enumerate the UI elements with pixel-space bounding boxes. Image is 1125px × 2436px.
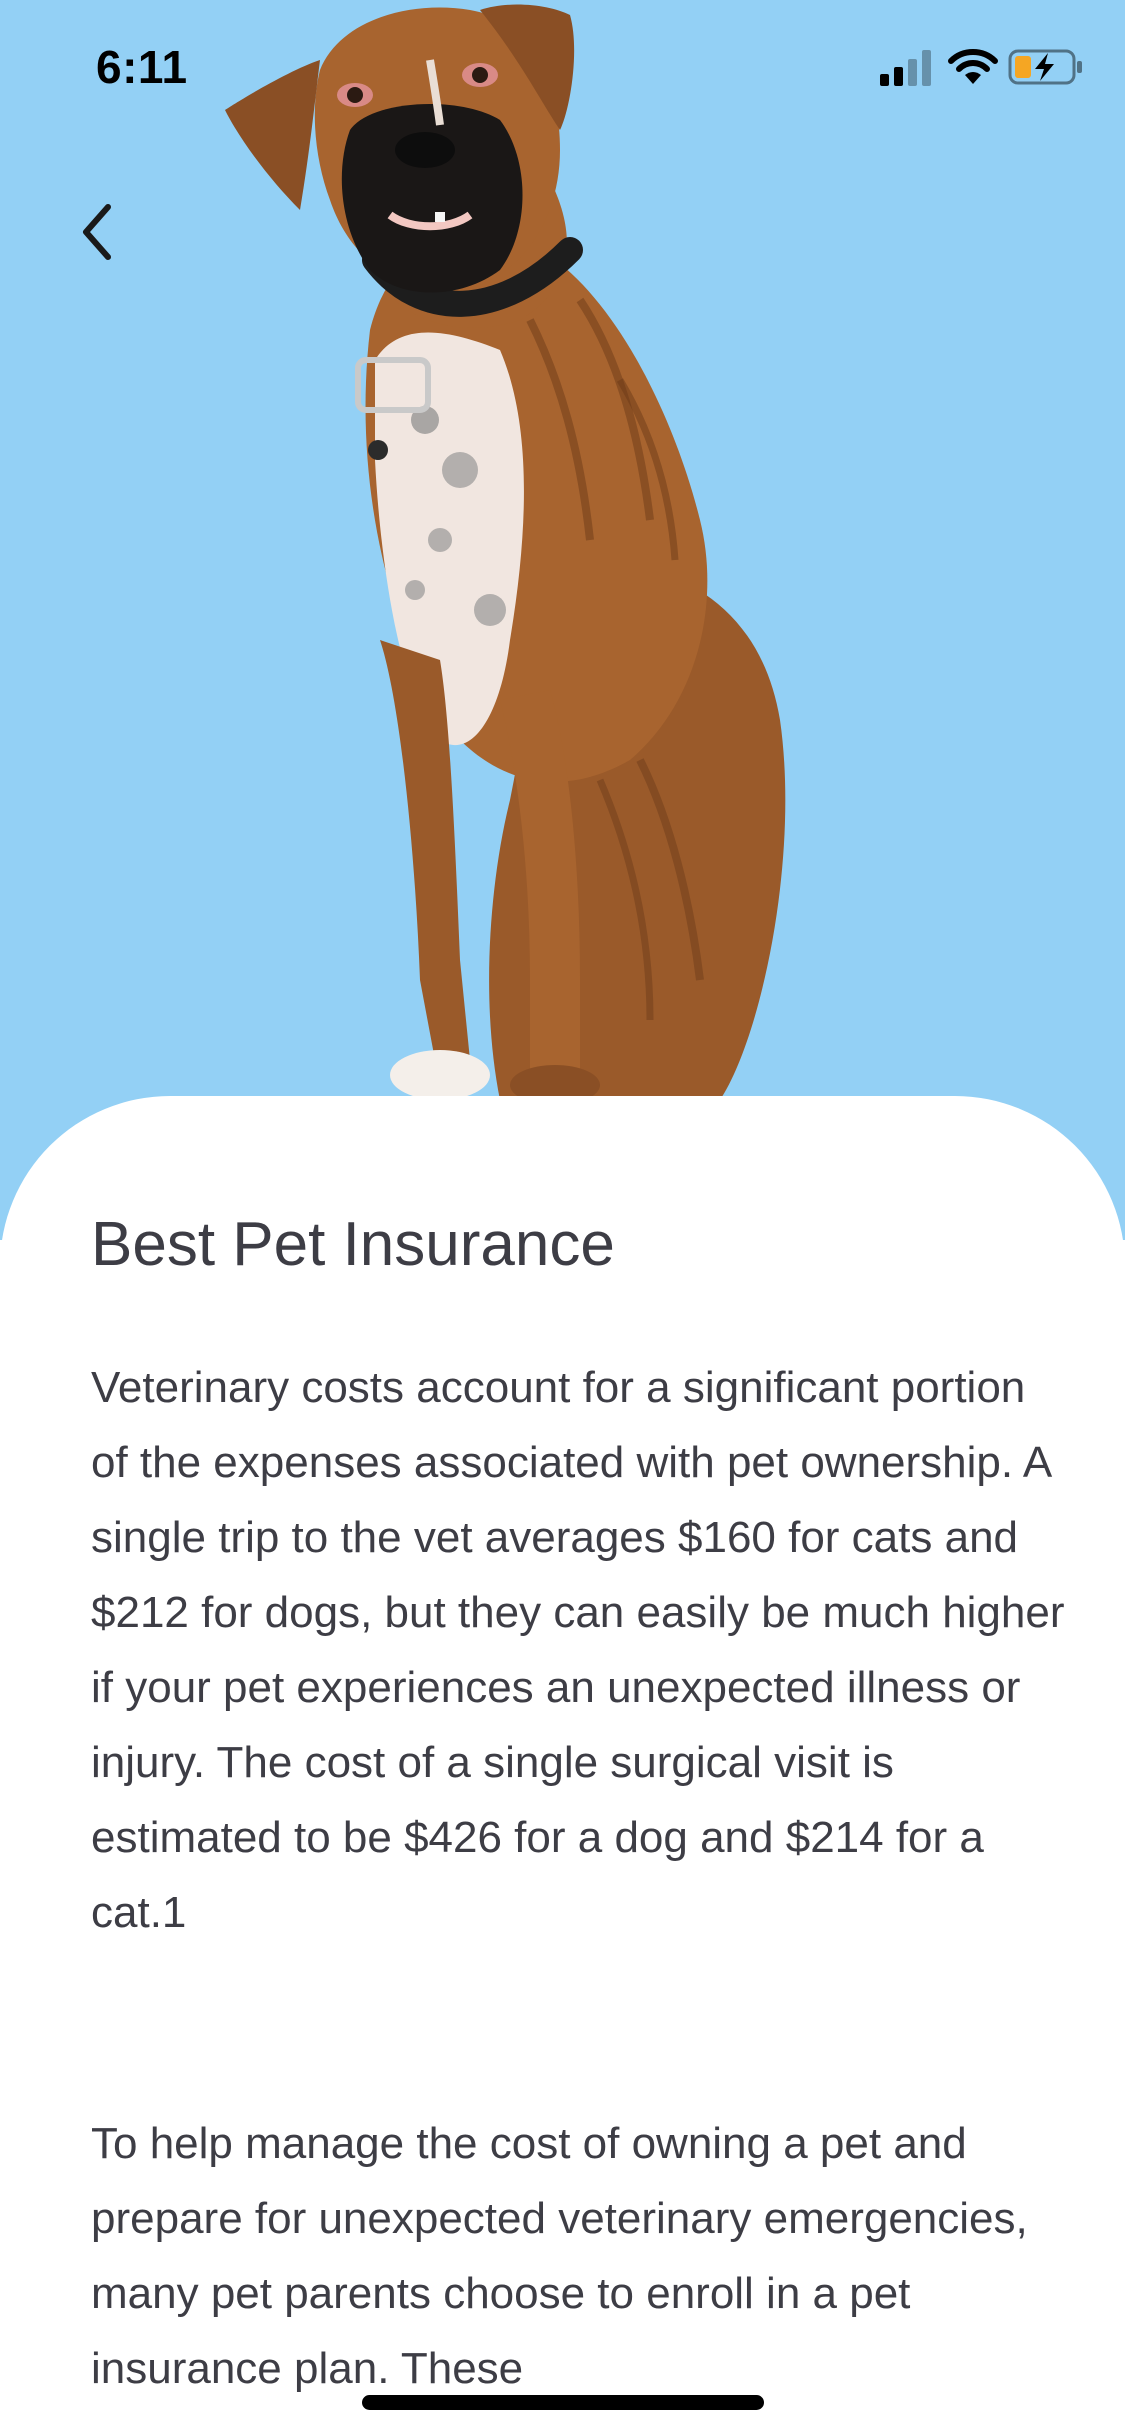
chevron-left-icon [83,204,111,260]
battery-charging-icon [1008,49,1082,85]
article-paragraph: To help manage the cost of owning a pet … [91,2119,1028,2393]
article-sheet: Best Pet Insurance Veterinary costs acco… [0,1096,1125,2436]
cellular-signal-icon [880,50,931,86]
boxer-dog-photo [225,4,786,1100]
status-time: 6:11 [96,41,188,93]
status-bar: 6:11 [0,0,1125,140]
screen: 6:11 Best Pet Insurance Veterinary costs… [0,0,1125,2436]
hero-image-area [0,0,1125,1240]
back-button[interactable] [70,195,140,270]
article-paragraph: Veterinary costs account for a significa… [91,1363,1065,1937]
wifi-icon [948,49,998,84]
home-indicator[interactable] [362,2395,764,2410]
article-title: Best Pet Insurance [91,1210,615,1279]
